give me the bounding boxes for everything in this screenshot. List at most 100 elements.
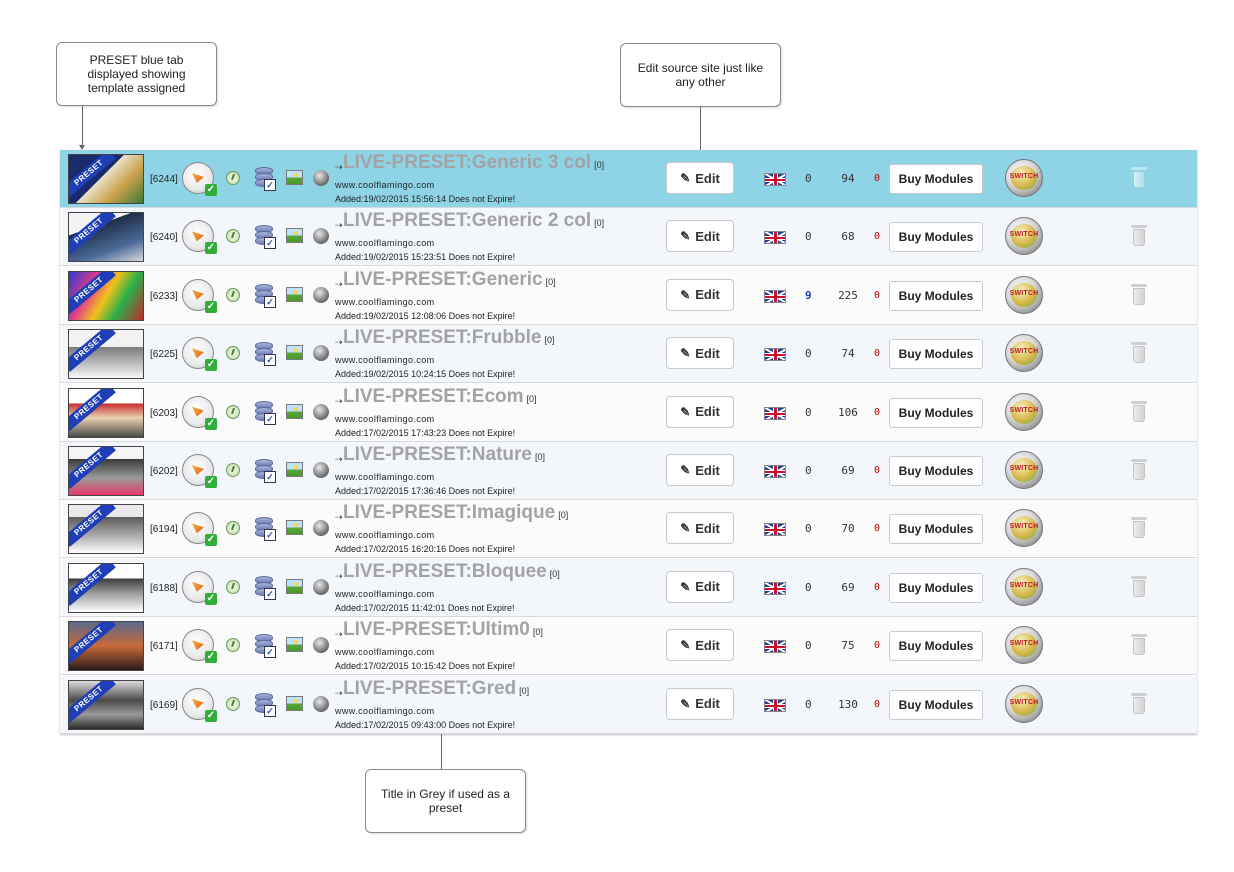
site-url[interactable]: www.coolflamingo.com xyxy=(335,647,435,657)
uk-flag-icon[interactable] xyxy=(764,523,786,537)
site-thumbnail[interactable]: PRESET xyxy=(68,212,144,263)
database-icon[interactable]: ✓ xyxy=(255,634,276,659)
uk-flag-icon[interactable] xyxy=(764,348,786,362)
switch-button-icon[interactable]: SWITCH xyxy=(1005,509,1043,548)
site-title[interactable]: LIVE-PRESET:Bloquee [0] xyxy=(343,561,560,583)
globe-icon[interactable] xyxy=(313,170,329,186)
site-title[interactable]: LIVE-PRESET:Gred [0] xyxy=(343,678,529,700)
stats-icon[interactable] xyxy=(226,463,240,477)
schedule-clock-icon[interactable]: ✓ xyxy=(182,337,217,372)
schedule-clock-icon[interactable]: ✓ xyxy=(182,395,217,430)
uk-flag-icon[interactable] xyxy=(764,465,786,478)
schedule-clock-icon[interactable]: ✓ xyxy=(182,278,217,313)
trash-icon[interactable] xyxy=(1131,225,1147,247)
schedule-clock-icon[interactable]: ✓ xyxy=(182,687,217,722)
globe-icon[interactable] xyxy=(313,520,329,537)
buy-modules-button[interactable]: Buy Modules xyxy=(889,631,983,662)
site-thumbnail[interactable]: PRESET xyxy=(68,329,144,380)
buy-modules-button[interactable]: Buy Modules xyxy=(889,572,983,603)
site-title[interactable]: LIVE-PRESET:Imagique [0] xyxy=(343,502,568,524)
edit-button[interactable]: ✎ Edit xyxy=(666,512,734,545)
uk-flag-icon[interactable] xyxy=(764,640,786,654)
switch-button-icon[interactable]: SWITCH xyxy=(1005,684,1043,723)
site-title[interactable]: LIVE-PRESET:Frubble [0] xyxy=(343,327,554,349)
database-icon[interactable]: ✓ xyxy=(255,575,276,600)
schedule-clock-icon[interactable]: ✓ xyxy=(182,162,217,196)
edit-button[interactable]: ✎ Edit xyxy=(666,687,734,720)
image-gallery-icon[interactable] xyxy=(286,170,303,185)
image-gallery-icon[interactable] xyxy=(286,637,303,653)
trash-icon[interactable] xyxy=(1131,575,1147,598)
image-gallery-icon[interactable] xyxy=(286,695,303,711)
site-url[interactable]: www.coolflamingo.com xyxy=(335,238,435,248)
schedule-clock-icon[interactable]: ✓ xyxy=(182,454,217,488)
globe-icon[interactable] xyxy=(313,462,329,478)
switch-button-icon[interactable]: SWITCH xyxy=(1005,626,1043,665)
trash-icon[interactable] xyxy=(1131,692,1147,715)
globe-icon[interactable] xyxy=(313,345,329,362)
edit-button[interactable]: ✎ Edit xyxy=(666,278,734,311)
edit-button[interactable]: ✎ Edit xyxy=(666,454,734,486)
site-url[interactable]: www.coolflamingo.com xyxy=(335,472,435,482)
buy-modules-button[interactable]: Buy Modules xyxy=(889,514,983,545)
database-icon[interactable]: ✓ xyxy=(255,459,276,483)
database-icon[interactable]: ✓ xyxy=(255,342,276,367)
stats-icon[interactable] xyxy=(226,521,240,536)
edit-button[interactable]: ✎ Edit xyxy=(666,570,734,603)
stats-icon[interactable] xyxy=(226,346,240,361)
uk-flag-icon[interactable] xyxy=(764,698,786,712)
image-gallery-icon[interactable] xyxy=(286,462,303,477)
site-url[interactable]: www.coolflamingo.com xyxy=(335,589,435,599)
globe-icon[interactable] xyxy=(313,228,329,245)
image-gallery-icon[interactable] xyxy=(286,345,303,361)
image-gallery-icon[interactable] xyxy=(286,286,303,302)
switch-button-icon[interactable]: SWITCH xyxy=(1005,392,1043,431)
switch-button-icon[interactable]: SWITCH xyxy=(1005,275,1043,314)
uk-flag-icon[interactable] xyxy=(764,231,786,245)
database-icon[interactable]: ✓ xyxy=(255,167,276,191)
site-url[interactable]: www.coolflamingo.com xyxy=(335,414,435,424)
site-thumbnail[interactable]: PRESET xyxy=(68,387,144,438)
trash-icon[interactable] xyxy=(1131,459,1147,481)
site-title[interactable]: LIVE-PRESET:Ecom [0] xyxy=(343,386,537,408)
buy-modules-button[interactable]: Buy Modules xyxy=(889,339,983,370)
schedule-clock-icon[interactable]: ✓ xyxy=(182,512,217,547)
site-url[interactable]: www.coolflamingo.com xyxy=(335,180,435,190)
globe-icon[interactable] xyxy=(313,695,329,712)
site-thumbnail[interactable]: PRESET xyxy=(68,621,144,672)
schedule-clock-icon[interactable]: ✓ xyxy=(182,220,217,255)
stats-icon[interactable] xyxy=(226,696,240,711)
stats-icon[interactable] xyxy=(226,579,240,594)
site-url[interactable]: www.coolflamingo.com xyxy=(335,706,435,716)
buy-modules-button[interactable]: Buy Modules xyxy=(889,280,983,311)
image-gallery-icon[interactable] xyxy=(286,520,303,536)
globe-icon[interactable] xyxy=(313,286,329,303)
stats-icon[interactable] xyxy=(226,404,240,419)
site-thumbnail[interactable]: PRESET xyxy=(68,679,144,730)
globe-icon[interactable] xyxy=(313,578,329,595)
switch-button-icon[interactable]: SWITCH xyxy=(1005,567,1043,606)
switch-button-icon[interactable]: SWITCH xyxy=(1005,334,1043,373)
site-url[interactable]: www.coolflamingo.com xyxy=(335,355,435,365)
switch-button-icon[interactable]: SWITCH xyxy=(1005,159,1043,197)
edit-button[interactable]: ✎ Edit xyxy=(666,162,734,194)
globe-icon[interactable] xyxy=(313,637,329,654)
switch-button-icon[interactable]: SWITCH xyxy=(1005,217,1043,256)
site-title[interactable]: LIVE-PRESET:Generic 3 col [0] xyxy=(343,152,604,174)
trash-icon[interactable] xyxy=(1131,400,1147,423)
edit-button[interactable]: ✎ Edit xyxy=(666,220,734,253)
trash-icon[interactable] xyxy=(1131,167,1147,189)
site-thumbnail[interactable]: PRESET xyxy=(68,446,144,496)
database-icon[interactable]: ✓ xyxy=(255,400,276,425)
uk-flag-icon[interactable] xyxy=(764,581,786,595)
site-url[interactable]: www.coolflamingo.com xyxy=(335,530,435,540)
image-gallery-icon[interactable] xyxy=(286,403,303,419)
site-title[interactable]: LIVE-PRESET:Generic 2 col [0] xyxy=(343,210,604,232)
site-thumbnail[interactable]: PRESET xyxy=(68,154,144,204)
switch-button-icon[interactable]: SWITCH xyxy=(1005,451,1043,489)
site-thumbnail[interactable]: PRESET xyxy=(68,270,144,321)
edit-button[interactable]: ✎ Edit xyxy=(666,337,734,370)
uk-flag-icon[interactable] xyxy=(764,173,786,186)
edit-button[interactable]: ✎ Edit xyxy=(666,395,734,428)
trash-icon[interactable] xyxy=(1131,283,1147,306)
